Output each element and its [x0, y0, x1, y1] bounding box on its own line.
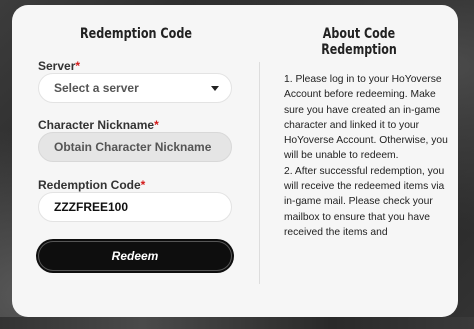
redemption-code-value: ZZZFREE100 — [54, 200, 129, 214]
server-label: Server* — [38, 59, 80, 73]
form-title: Redemption Code — [79, 26, 193, 42]
about-body: 1. Please log in to your HoYoverse Accou… — [284, 72, 449, 240]
nickname-label: Character Nickname* — [38, 118, 159, 132]
required-mark: * — [75, 59, 81, 73]
column-divider — [259, 62, 260, 284]
redeem-button[interactable]: Redeem — [38, 241, 232, 271]
redemption-card: Redemption Code Server* Select a server … — [12, 5, 458, 317]
required-mark: * — [140, 178, 146, 192]
nickname-placeholder: Obtain Character Nickname — [54, 140, 212, 154]
about-paragraph-1: 1. Please log in to your HoYoverse Accou… — [284, 74, 448, 162]
redemption-code-input[interactable]: ZZZFREE100 — [38, 192, 232, 222]
about-title-line1: About Code — [322, 26, 396, 42]
nickname-label-text: Character Nickname — [38, 118, 155, 132]
about-title: About Code Redemption — [284, 26, 434, 58]
background-bottom-strip — [0, 317, 474, 329]
required-mark: * — [154, 118, 159, 132]
nickname-field: Obtain Character Nickname — [38, 132, 232, 162]
code-label-text: Redemption Code — [38, 178, 141, 192]
server-select[interactable]: Select a server — [38, 73, 232, 103]
about-title-line2: Redemption — [321, 42, 397, 58]
dropdown-arrow-icon — [211, 86, 219, 91]
code-label: Redemption Code* — [38, 178, 145, 192]
about-paragraph-2: 2. After successful redemption, you will… — [284, 165, 445, 238]
server-label-text: Server — [38, 59, 76, 73]
server-select-value: Select a server — [54, 81, 139, 95]
